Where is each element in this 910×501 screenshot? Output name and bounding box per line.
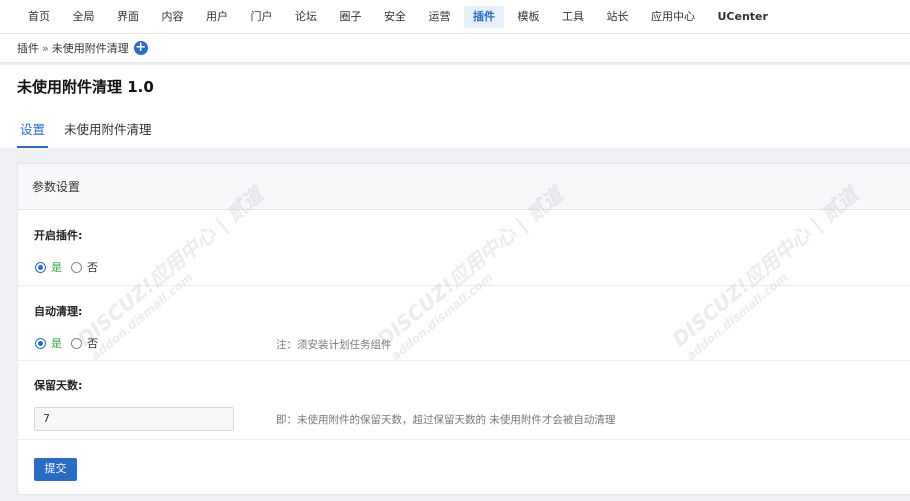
add-shortcut-icon[interactable]: + (133, 41, 148, 55)
nav-item-ucenter[interactable]: UCenter (709, 6, 777, 28)
nav-item-forum[interactable]: 论坛 (286, 6, 326, 28)
nav-item-group[interactable]: 圈子 (331, 6, 371, 28)
top-navigation: 首页 全局 界面 内容 用户 门户 论坛 圈子 安全 运营 插件 模板 工具 站… (0, 0, 910, 34)
nav-item-global[interactable]: 全局 (64, 6, 104, 28)
keep-days-label: 保留天数: (34, 379, 83, 392)
enable-plugin-radios: 是 否 (35, 259, 98, 275)
nav-item-templates[interactable]: 模板 (509, 6, 549, 28)
auto-clean-no-label[interactable]: 否 (87, 335, 98, 351)
keep-days-note: 即：未使用附件的保留天数，超过保留天数的 未使用附件才会被自动清理 (276, 414, 616, 426)
nav-item-home[interactable]: 首页 (19, 6, 59, 28)
enable-yes-label[interactable]: 是 (51, 259, 62, 275)
tab-cleanup[interactable]: 未使用附件清理 (61, 117, 155, 148)
tab-bar: 设置 未使用附件清理 (17, 117, 168, 148)
nav-item-portal[interactable]: 门户 (242, 6, 282, 28)
auto-clean-row: 自动清理: 是 否 注：须安装计划任务组件 (18, 286, 910, 361)
nav-item-users[interactable]: 用户 (197, 6, 237, 28)
page-header: 未使用附件清理 1.0 设置 未使用附件清理 (0, 65, 910, 148)
panel-title: 参数设置 (18, 164, 910, 210)
enable-plugin-row: 开启插件: 是 否 (18, 210, 910, 286)
breadcrumb-current: 未使用附件清理 (51, 42, 129, 55)
auto-clean-radios: 是 否 (35, 335, 98, 351)
auto-clean-no-radio[interactable] (71, 337, 82, 349)
auto-clean-note: 注：须安装计划任务组件 (276, 339, 392, 351)
nav-item-interface[interactable]: 界面 (108, 6, 148, 28)
breadcrumb-separator: » (42, 41, 49, 55)
settings-panel: 参数设置 开启插件: 是 否 自动清理: 是 否 注：须安装计划任务组件 保留天… (17, 163, 910, 495)
nav-item-operations[interactable]: 运营 (420, 6, 460, 28)
breadcrumb-parent[interactable]: 插件 (17, 40, 39, 56)
keep-days-row: 保留天数: 7 即：未使用附件的保留天数，超过保留天数的 未使用附件才会被自动清… (18, 361, 910, 440)
enable-yes-radio[interactable] (35, 261, 46, 273)
enable-plugin-label: 开启插件: (34, 229, 83, 242)
auto-clean-yes-radio[interactable] (35, 337, 46, 349)
submit-button[interactable]: 提交 (34, 458, 77, 481)
nav-item-security[interactable]: 安全 (375, 6, 415, 28)
tab-settings[interactable]: 设置 (17, 117, 49, 148)
breadcrumb: 插件 » 未使用附件清理 + (0, 34, 910, 63)
nav-item-content[interactable]: 内容 (153, 6, 193, 28)
nav-item-tools[interactable]: 工具 (553, 6, 593, 28)
nav-item-webmaster[interactable]: 站长 (598, 6, 638, 28)
enable-no-radio[interactable] (71, 261, 82, 273)
enable-no-label[interactable]: 否 (87, 259, 98, 275)
auto-clean-label: 自动清理: (34, 305, 83, 318)
auto-clean-yes-label[interactable]: 是 (51, 335, 62, 351)
keep-days-input[interactable]: 7 (34, 407, 234, 431)
page-title: 未使用附件清理 1.0 (17, 78, 154, 96)
nav-item-app-center[interactable]: 应用中心 (642, 6, 704, 28)
nav-item-plugins[interactable]: 插件 (464, 5, 504, 28)
